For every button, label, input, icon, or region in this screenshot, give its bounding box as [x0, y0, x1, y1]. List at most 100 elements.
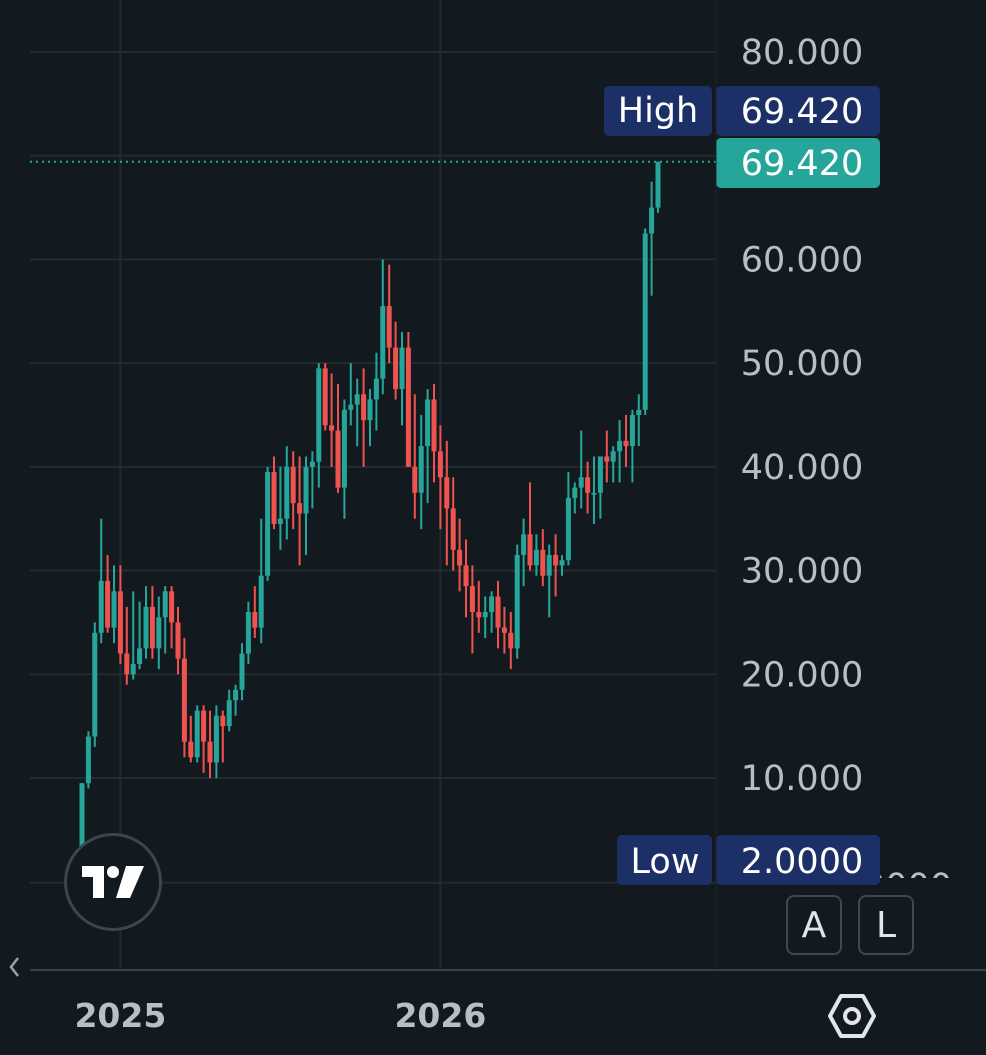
candle-body: [476, 612, 482, 618]
candle: [245, 601, 251, 664]
candle: [284, 446, 290, 540]
candle-body: [175, 622, 181, 659]
candle-body: [463, 565, 469, 587]
candle: [111, 565, 117, 644]
candle-body: [617, 440, 623, 452]
candle: [501, 606, 507, 654]
candle: [482, 596, 488, 638]
candle: [207, 710, 213, 778]
candle: [92, 622, 98, 747]
log-scale-button[interactable]: L: [858, 895, 914, 955]
x-tick-label: 2025: [74, 996, 166, 1035]
candle-body: [559, 560, 565, 566]
candle: [354, 378, 360, 447]
candle-body: [393, 347, 399, 390]
candle: [463, 539, 469, 618]
y-tick-label: 60.000: [741, 240, 863, 280]
candle: [553, 534, 559, 597]
candle-body: [412, 466, 418, 493]
candle: [495, 580, 501, 649]
candle-body: [425, 399, 431, 447]
candle-body: [137, 648, 143, 664]
candle: [220, 710, 226, 763]
candle: [399, 332, 405, 426]
candle-body: [130, 663, 136, 675]
candle: [143, 586, 149, 659]
candle: [623, 415, 629, 467]
y-tick-label: 80.000: [741, 33, 863, 73]
candle: [348, 363, 354, 426]
settings-hexagon-icon[interactable]: [826, 990, 878, 1042]
candle-body: [610, 451, 616, 462]
candle: [367, 389, 373, 447]
candle-body: [226, 700, 232, 727]
last-price-tag: 69.420: [716, 138, 880, 188]
candle-body: [469, 586, 475, 613]
candle-body: [194, 710, 200, 758]
y-tick-label: 30.000: [741, 552, 863, 592]
candle: [105, 555, 111, 633]
candle: [533, 534, 539, 576]
candle-body: [105, 580, 111, 628]
candle: [252, 586, 258, 638]
candle: [444, 440, 450, 566]
candle-body: [117, 591, 123, 654]
candle-body: [629, 415, 635, 447]
candle: [117, 565, 123, 664]
candle-body: [124, 653, 130, 675]
candle: [655, 161, 661, 213]
candle-body: [553, 555, 559, 566]
chevron-left-icon[interactable]: [6, 952, 22, 982]
candle-body: [297, 503, 303, 514]
candle-body: [572, 487, 578, 498]
candle: [316, 363, 322, 488]
candle: [636, 394, 642, 447]
candle: [309, 451, 315, 509]
candle-body: [149, 606, 155, 649]
candle: [469, 565, 475, 654]
y-tick-label: 20.000: [741, 655, 863, 695]
candle-body: [655, 161, 661, 208]
candle: [169, 586, 175, 649]
candle-body: [277, 518, 283, 524]
candle: [386, 264, 392, 364]
candle: [521, 518, 527, 587]
candle: [213, 705, 219, 778]
candle-body: [213, 715, 219, 763]
candle: [277, 466, 283, 550]
candle: [194, 705, 200, 763]
candle: [617, 420, 623, 483]
candle-body: [361, 394, 367, 421]
candle-body: [290, 466, 296, 504]
candle: [290, 451, 296, 530]
y-tick-label: 40.000: [741, 448, 863, 488]
candle-body: [271, 472, 277, 524]
candle: [405, 332, 411, 467]
candle-body: [169, 591, 175, 623]
candle-body: [636, 409, 642, 415]
candle-body: [386, 306, 392, 348]
high-label: High: [618, 91, 698, 131]
candle: [629, 409, 635, 483]
candle-body: [399, 347, 405, 390]
candle: [137, 601, 143, 670]
auto-scale-button[interactable]: A: [786, 895, 842, 955]
candle-body: [418, 446, 424, 493]
candle: [450, 477, 456, 571]
candle: [181, 637, 187, 758]
candle-body: [201, 710, 207, 742]
candle-body: [533, 549, 539, 566]
candle: [297, 456, 303, 566]
high-value: 69.420: [741, 92, 863, 132]
low-marker: Low 2.0000: [617, 835, 880, 885]
candle-body: [450, 508, 456, 550]
candle-body: [265, 472, 271, 576]
tradingview-logo-icon[interactable]: [64, 833, 162, 931]
candle-body: [111, 591, 117, 628]
candle: [412, 394, 418, 519]
candle: [373, 352, 379, 431]
candle-body: [98, 580, 104, 633]
candle-body: [245, 612, 251, 654]
candle: [425, 389, 431, 504]
candle-body: [252, 612, 258, 628]
